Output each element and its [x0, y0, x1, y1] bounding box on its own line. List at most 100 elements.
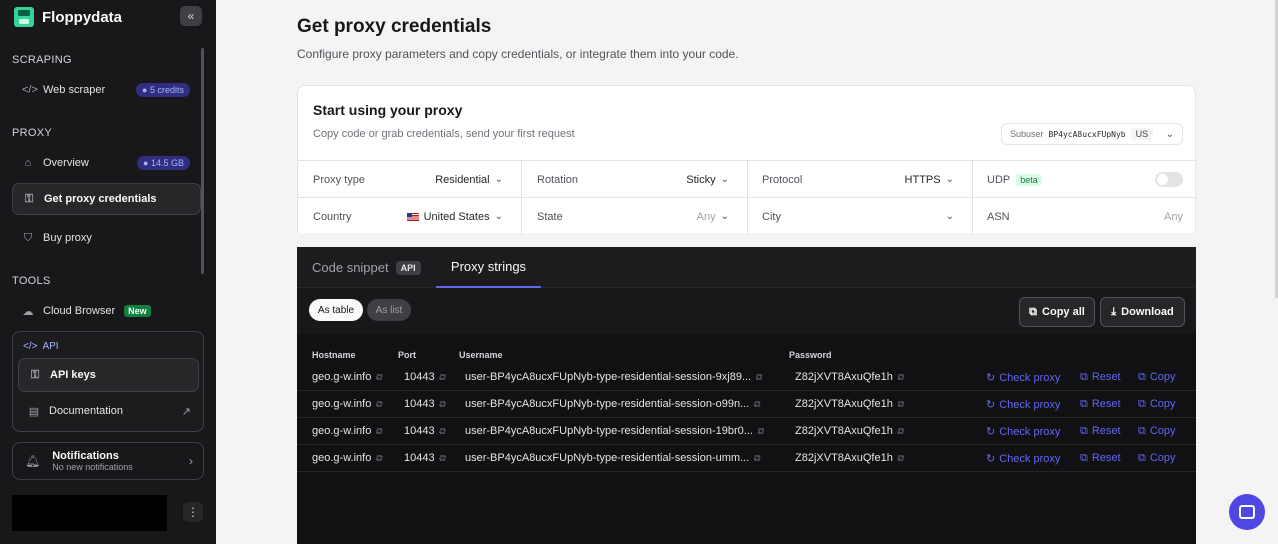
user-profile[interactable] — [12, 495, 167, 531]
notifications-subtitle: No new notifications — [52, 462, 133, 472]
protocol-select[interactable]: Protocol HTTPS ⌄ — [762, 161, 972, 198]
cart-icon: ⛉ — [23, 231, 33, 244]
section-title-proxy: PROXY — [12, 127, 53, 139]
document-icon: ▤ — [28, 405, 40, 418]
sidebar-item-label: Buy proxy — [43, 232, 92, 244]
copy-icon: ⧉ — [375, 426, 382, 436]
copy-icon: ⧉ — [896, 372, 904, 382]
brand[interactable]: Floppydata — [14, 6, 122, 28]
sidebar-item-label: Documentation — [49, 405, 123, 417]
table-row: geo.g-w.info ⧉ 10443 ⧉ user-BP4ycA8ucxFUpN… — [297, 364, 1196, 391]
password-cell[interactable]: Z82jXVT8AxuQfe1h ⧉ — [795, 452, 903, 464]
city-select[interactable]: City ⌄ — [762, 198, 972, 235]
reset-button[interactable]: ⧉ Reset — [1080, 398, 1121, 411]
sidebar-item-cloud-browser[interactable]: ☁ Cloud Browser New — [12, 295, 201, 327]
hostname-cell[interactable]: geo.g-w.info ⧉ — [312, 371, 382, 383]
chevron-down-icon: ⌄ — [720, 211, 729, 222]
view-as-list-button[interactable]: As list — [367, 299, 411, 321]
new-badge: New — [124, 305, 151, 317]
reset-icon: ⧉ — [1080, 452, 1088, 464]
reset-button[interactable]: ⧉ Reset — [1080, 425, 1121, 438]
floppy-disk-logo-icon — [14, 7, 34, 27]
port-cell[interactable]: 10443 ⧉ — [404, 371, 445, 383]
view-as-table-button[interactable]: As table — [309, 299, 363, 321]
rotation-select[interactable]: Rotation Sticky ⌄ — [537, 161, 747, 198]
sidebar-item-buy-proxy[interactable]: ⛉ Buy proxy — [12, 222, 201, 254]
column-header-username: Username — [459, 350, 503, 360]
more-options-button[interactable]: ⋮ — [183, 502, 203, 522]
proxy-type-select[interactable]: Proxy type Residential ⌄ — [313, 161, 521, 198]
check-proxy-button[interactable]: ↻ Check proxy — [986, 425, 1060, 438]
divider — [747, 161, 748, 235]
table-row: geo.g-w.info ⧉ 10443 ⧉ user-BP4ycA8ucxFUpN… — [297, 418, 1196, 445]
sidebar-item-documentation[interactable]: ▤ Documentation ↗ — [18, 395, 199, 427]
hostname-cell[interactable]: geo.g-w.info ⧉ — [312, 425, 382, 437]
api-section-title: </> API — [23, 341, 59, 352]
port-cell[interactable]: 10443 ⧉ — [404, 452, 445, 464]
refresh-icon: ↻ — [986, 372, 996, 384]
check-proxy-button[interactable]: ↻ Check proxy — [986, 371, 1060, 384]
asn-input[interactable]: ASN Any — [987, 198, 1197, 235]
sidebar-item-overview[interactable]: ⌂ Overview ● 14.5 GB — [12, 147, 201, 179]
copy-icon: ⧉ — [896, 399, 904, 409]
sidebar-item-get-proxy-credentials[interactable]: ⚿ Get proxy credentials — [12, 183, 201, 215]
sidebar-item-label: Get proxy credentials — [44, 193, 157, 205]
refresh-icon: ↻ — [986, 399, 996, 411]
beta-badge: beta — [1016, 173, 1042, 186]
copy-icon: ⧉ — [753, 399, 760, 409]
collapse-sidebar-button[interactable]: « — [180, 6, 202, 26]
reset-button[interactable]: ⧉ Reset — [1080, 452, 1121, 465]
chevron-down-icon: ⌄ — [720, 174, 729, 185]
country-select[interactable]: Country United States ⌄ — [313, 198, 521, 235]
check-proxy-button[interactable]: ↻ Check proxy — [986, 452, 1060, 465]
username-cell[interactable]: user-BP4ycA8ucxFUpNyb-type-residential-s… — [465, 425, 763, 437]
port-cell[interactable]: 10443 ⧉ — [404, 425, 445, 437]
download-button[interactable]: ⤓ Download — [1100, 297, 1185, 327]
card-subtitle: Copy code or grab credentials, send your… — [313, 128, 575, 140]
tab-code-snippet[interactable]: Code snippet API — [312, 247, 421, 288]
column-header-password: Password — [789, 350, 832, 360]
sidebar-scrollbar[interactable] — [201, 48, 204, 274]
key-icon: ⚿ — [24, 192, 34, 205]
udp-toggle[interactable] — [1155, 172, 1183, 187]
password-cell[interactable]: Z82jXVT8AxuQfe1h ⧉ — [795, 371, 903, 383]
chevron-down-icon: ⌄ — [494, 211, 503, 222]
bell-icon: 🔔︎ — [25, 454, 41, 468]
copy-button[interactable]: ⧉ Copy — [1138, 371, 1176, 384]
notifications-button[interactable]: 🔔︎ Notifications No new notifications › — [12, 442, 204, 480]
subuser-id: BP4ycA8ucxFUpNyb — [1048, 129, 1126, 139]
port-cell[interactable]: 10443 ⧉ — [404, 398, 445, 410]
username-cell[interactable]: user-BP4ycA8ucxFUpNyb-type-residential-s… — [465, 398, 760, 410]
reset-button[interactable]: ⧉ Reset — [1080, 371, 1121, 384]
subuser-select[interactable]: Subuser BP4ycA8ucxFUpNyb US ⌄ — [1001, 123, 1183, 145]
username-cell[interactable]: user-BP4ycA8ucxFUpNyb-type-residential-s… — [465, 452, 760, 464]
reset-icon: ⧉ — [1080, 371, 1088, 383]
username-cell[interactable]: user-BP4ycA8ucxFUpNyb-type-residential-s… — [465, 371, 762, 383]
section-title-tools: TOOLS — [12, 275, 51, 287]
udp-field: UDP beta — [987, 161, 1197, 198]
check-proxy-button[interactable]: ↻ Check proxy — [986, 398, 1060, 411]
sidebar-item-label: Overview — [43, 157, 89, 169]
divider — [972, 161, 973, 235]
chevron-down-icon: ⌄ — [945, 174, 954, 185]
copy-button[interactable]: ⧉ Copy — [1138, 398, 1176, 411]
hostname-cell[interactable]: geo.g-w.info ⧉ — [312, 452, 382, 464]
country-code-badge: US — [1130, 128, 1154, 140]
copy-icon: ⧉ — [1138, 398, 1146, 410]
code-icon: </> — [22, 84, 38, 96]
hostname-cell[interactable]: geo.g-w.info ⧉ — [312, 398, 382, 410]
cloud-icon: ☁ — [22, 305, 34, 318]
traffic-badge: ● 14.5 GB — [137, 156, 190, 170]
copy-button[interactable]: ⧉ Copy — [1138, 452, 1176, 465]
copy-button[interactable]: ⧉ Copy — [1138, 425, 1176, 438]
proxy-output-panel: Code snippet API Proxy strings As table … — [297, 247, 1196, 544]
sidebar-item-web-scraper[interactable]: </> Web scraper ● 5 credits — [12, 74, 201, 106]
state-select[interactable]: State Any ⌄ — [537, 198, 747, 235]
password-cell[interactable]: Z82jXVT8AxuQfe1h ⧉ — [795, 425, 903, 437]
copy-all-button[interactable]: ⧉ Copy all — [1019, 297, 1095, 327]
support-chat-button[interactable] — [1229, 494, 1265, 530]
sidebar-item-api-keys[interactable]: ⚿ API keys — [18, 358, 199, 392]
tab-proxy-strings[interactable]: Proxy strings — [436, 247, 541, 288]
password-cell[interactable]: Z82jXVT8AxuQfe1h ⧉ — [795, 398, 903, 410]
page-subtitle: Configure proxy parameters and copy cred… — [297, 47, 739, 61]
